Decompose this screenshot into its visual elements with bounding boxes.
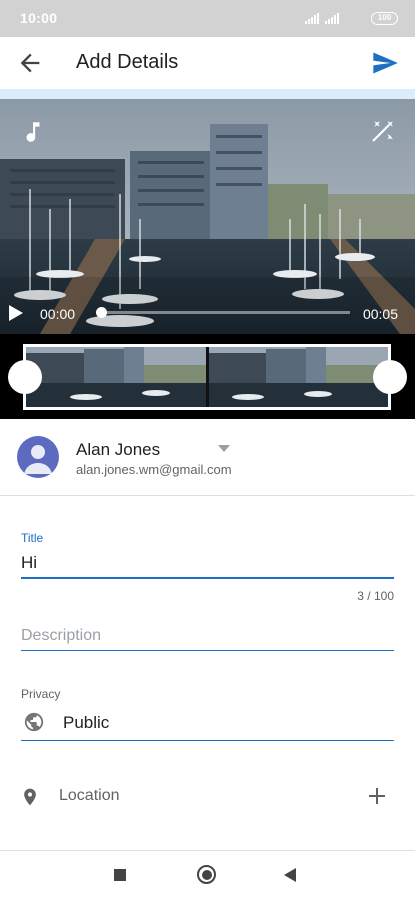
add-location-button[interactable] bbox=[367, 786, 387, 806]
home-icon[interactable] bbox=[197, 865, 216, 884]
trim-end-handle[interactable] bbox=[373, 360, 407, 394]
signal-icon bbox=[305, 12, 319, 24]
trim-start-handle[interactable] bbox=[8, 360, 42, 394]
avatar bbox=[17, 436, 59, 478]
account-selector[interactable]: Alan Jones alan.jones.wm@gmail.com bbox=[0, 419, 415, 496]
recents-icon[interactable] bbox=[114, 869, 126, 881]
current-time: 00:00 bbox=[40, 306, 76, 322]
account-email: alan.jones.wm@gmail.com bbox=[76, 462, 232, 477]
music-note-icon bbox=[26, 122, 40, 142]
account-name: Alan Jones bbox=[76, 440, 161, 459]
music-button[interactable] bbox=[20, 119, 46, 145]
app-bar: Add Details bbox=[0, 37, 415, 89]
send-icon bbox=[373, 52, 398, 74]
privacy-value: Public bbox=[63, 713, 110, 732]
battery-icon: 100 bbox=[371, 12, 398, 25]
back-button[interactable] bbox=[16, 49, 44, 77]
title-input[interactable]: Hi bbox=[21, 553, 394, 579]
play-button[interactable] bbox=[6, 303, 26, 323]
back-icon[interactable] bbox=[284, 868, 296, 882]
duration: 00:05 bbox=[362, 306, 398, 322]
trim-filmstrip[interactable] bbox=[23, 344, 391, 410]
filmstrip-divider bbox=[206, 347, 209, 407]
seek-thumb[interactable] bbox=[96, 307, 107, 318]
description-input[interactable]: Description bbox=[21, 627, 394, 651]
title-character-counter: 3 / 100 bbox=[357, 589, 394, 603]
title-label: Title bbox=[21, 531, 44, 545]
seek-bar[interactable] bbox=[100, 311, 350, 314]
video-frame-image bbox=[0, 99, 415, 334]
plus-icon bbox=[369, 788, 385, 804]
battery-level: 100 bbox=[377, 13, 392, 22]
status-time: 10:00 bbox=[20, 10, 58, 26]
location-row[interactable]: Location bbox=[0, 775, 415, 819]
privacy-label: Privacy bbox=[21, 687, 61, 701]
caret-down-icon bbox=[218, 445, 230, 452]
system-nav-bar bbox=[0, 850, 415, 900]
privacy-select[interactable]: Public bbox=[21, 709, 394, 741]
send-button[interactable] bbox=[371, 49, 399, 77]
page-title: Add Details bbox=[76, 51, 179, 73]
location-pin-icon bbox=[24, 788, 36, 806]
status-bar: 10:00 100 bbox=[0, 0, 415, 37]
magic-wand-icon bbox=[372, 121, 393, 142]
signal-indicators bbox=[305, 12, 339, 24]
app-bar-divider bbox=[0, 89, 415, 99]
globe-icon bbox=[24, 712, 44, 732]
effects-button[interactable] bbox=[369, 119, 395, 145]
video-trimmer bbox=[0, 334, 415, 419]
signal-icon bbox=[325, 12, 339, 24]
account-dropdown-button[interactable] bbox=[216, 441, 232, 453]
video-preview[interactable]: 00:00 00:05 bbox=[0, 99, 415, 334]
person-icon bbox=[24, 445, 52, 474]
location-label: Location bbox=[59, 787, 120, 804]
play-icon bbox=[9, 305, 23, 321]
arrow-back-icon bbox=[20, 53, 40, 73]
